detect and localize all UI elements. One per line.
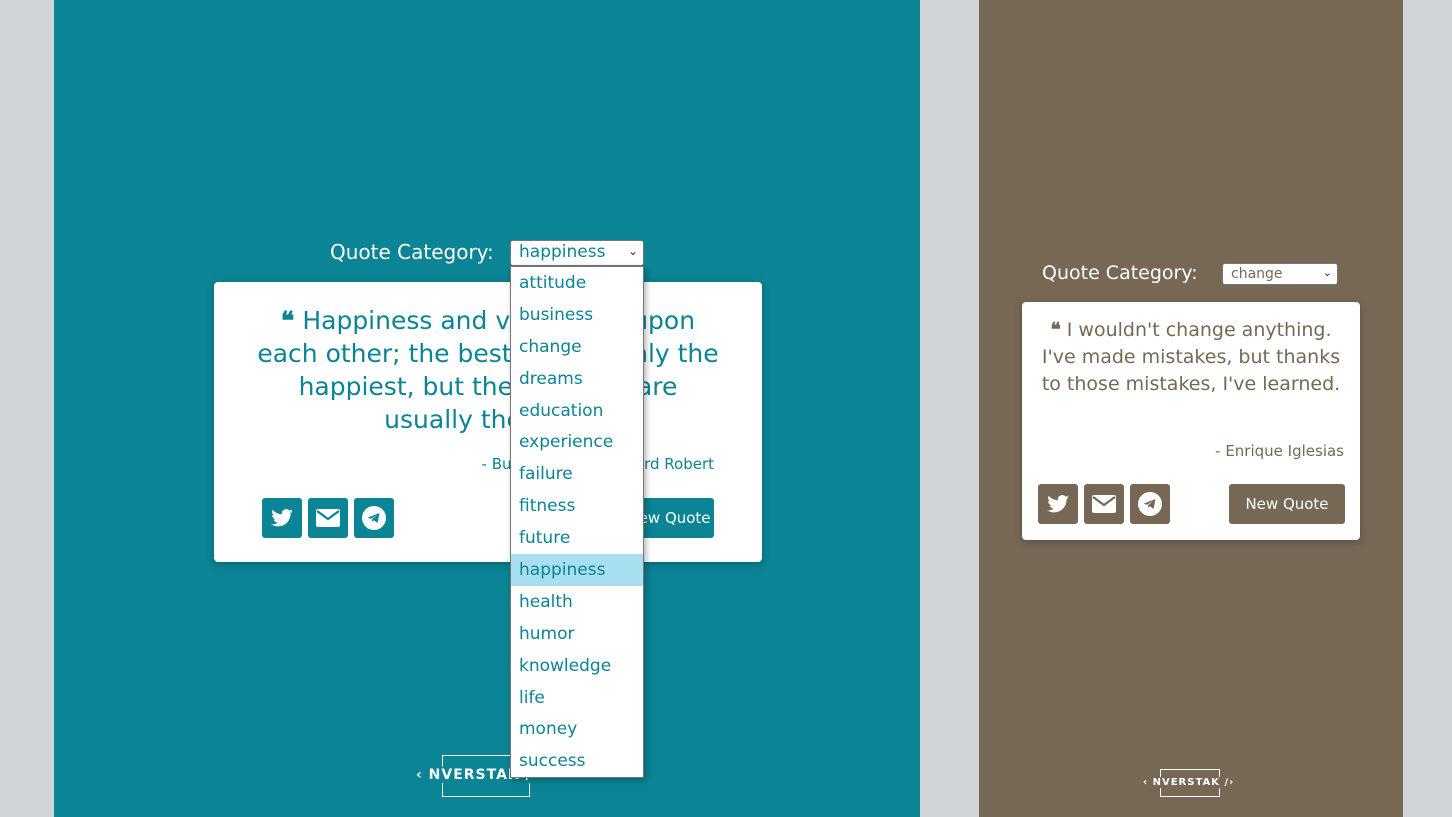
dropdown-option-money[interactable]: money bbox=[511, 713, 643, 745]
chevron-down-icon: ⌄ bbox=[1322, 266, 1332, 279]
category-select[interactable]: change ⌄ bbox=[1222, 263, 1338, 285]
nverstak-logo: ‹ NVERSTAK /› bbox=[1143, 769, 1239, 797]
tweet-button[interactable] bbox=[262, 498, 302, 538]
category-select[interactable]: happiness ⌄ bbox=[510, 240, 644, 266]
dropdown-option-experience[interactable]: experience bbox=[511, 426, 643, 458]
category-label: Quote Category: bbox=[1042, 262, 1198, 284]
dropdown-option-success[interactable]: success bbox=[511, 745, 643, 777]
quote-text-block: ❝ I wouldn't change anything. I've made … bbox=[1034, 317, 1348, 398]
dropdown-option-failure[interactable]: failure bbox=[511, 458, 643, 490]
dropdown-option-future[interactable]: future bbox=[511, 522, 643, 554]
twitter-icon bbox=[271, 509, 293, 527]
envelope-icon bbox=[1092, 495, 1116, 513]
dropdown-option-attitude[interactable]: attitude bbox=[511, 267, 643, 299]
dropdown-option-education[interactable]: education bbox=[511, 395, 643, 427]
quote-left-icon: ❝ bbox=[1050, 319, 1061, 341]
category-label: Quote Category: bbox=[330, 240, 494, 264]
quote-left-icon: ❝ bbox=[280, 306, 295, 335]
dropdown-option-fitness[interactable]: fitness bbox=[511, 490, 643, 522]
quote-text: Happiness and virtue rest upon each othe… bbox=[257, 306, 719, 434]
dropdown-option-change[interactable]: change bbox=[511, 331, 643, 363]
dropdown-option-humor[interactable]: humor bbox=[511, 618, 643, 650]
dropdown-option-knowledge[interactable]: knowledge bbox=[511, 650, 643, 682]
logo-text: ‹ NVERSTAK /› bbox=[1143, 777, 1235, 788]
tweet-button[interactable] bbox=[1038, 484, 1078, 524]
dropdown-option-life[interactable]: life bbox=[511, 682, 643, 714]
right-quote-panel: Quote Category: change ⌄ ❝ I wouldn't ch… bbox=[979, 0, 1403, 817]
new-quote-button[interactable]: New Quote bbox=[1229, 484, 1345, 524]
quote-text: I wouldn't change anything. I've made mi… bbox=[1041, 319, 1341, 395]
telegram-icon bbox=[362, 506, 386, 530]
email-button[interactable] bbox=[1084, 484, 1124, 524]
quote-card: ❝ I wouldn't change anything. I've made … bbox=[1022, 302, 1360, 540]
quote-author: - Enrique Iglesias bbox=[1215, 442, 1344, 460]
dropdown-option-health[interactable]: health bbox=[511, 586, 643, 618]
dropdown-option-happiness[interactable]: happiness bbox=[511, 554, 643, 586]
telegram-button[interactable] bbox=[1130, 484, 1170, 524]
chevron-down-icon: ⌄ bbox=[627, 244, 638, 258]
selected-category: change bbox=[1231, 266, 1283, 282]
quote-card: ❝ Happiness and virtue rest upon each ot… bbox=[214, 282, 762, 562]
quote-text-block: ❝ Happiness and virtue rest upon each ot… bbox=[254, 304, 722, 436]
envelope-icon bbox=[316, 509, 340, 527]
dropdown-option-dreams[interactable]: dreams bbox=[511, 363, 643, 395]
telegram-icon bbox=[1138, 492, 1162, 516]
dropdown-option-business[interactable]: business bbox=[511, 299, 643, 331]
selected-category: happiness bbox=[519, 242, 606, 262]
category-dropdown-list[interactable]: attitude business change dreams educatio… bbox=[510, 266, 644, 778]
twitter-icon bbox=[1047, 495, 1069, 513]
left-quote-panel: Quote Category: happiness ⌄ ❝ Happiness … bbox=[54, 0, 920, 817]
telegram-button[interactable] bbox=[354, 498, 394, 538]
email-button[interactable] bbox=[308, 498, 348, 538]
